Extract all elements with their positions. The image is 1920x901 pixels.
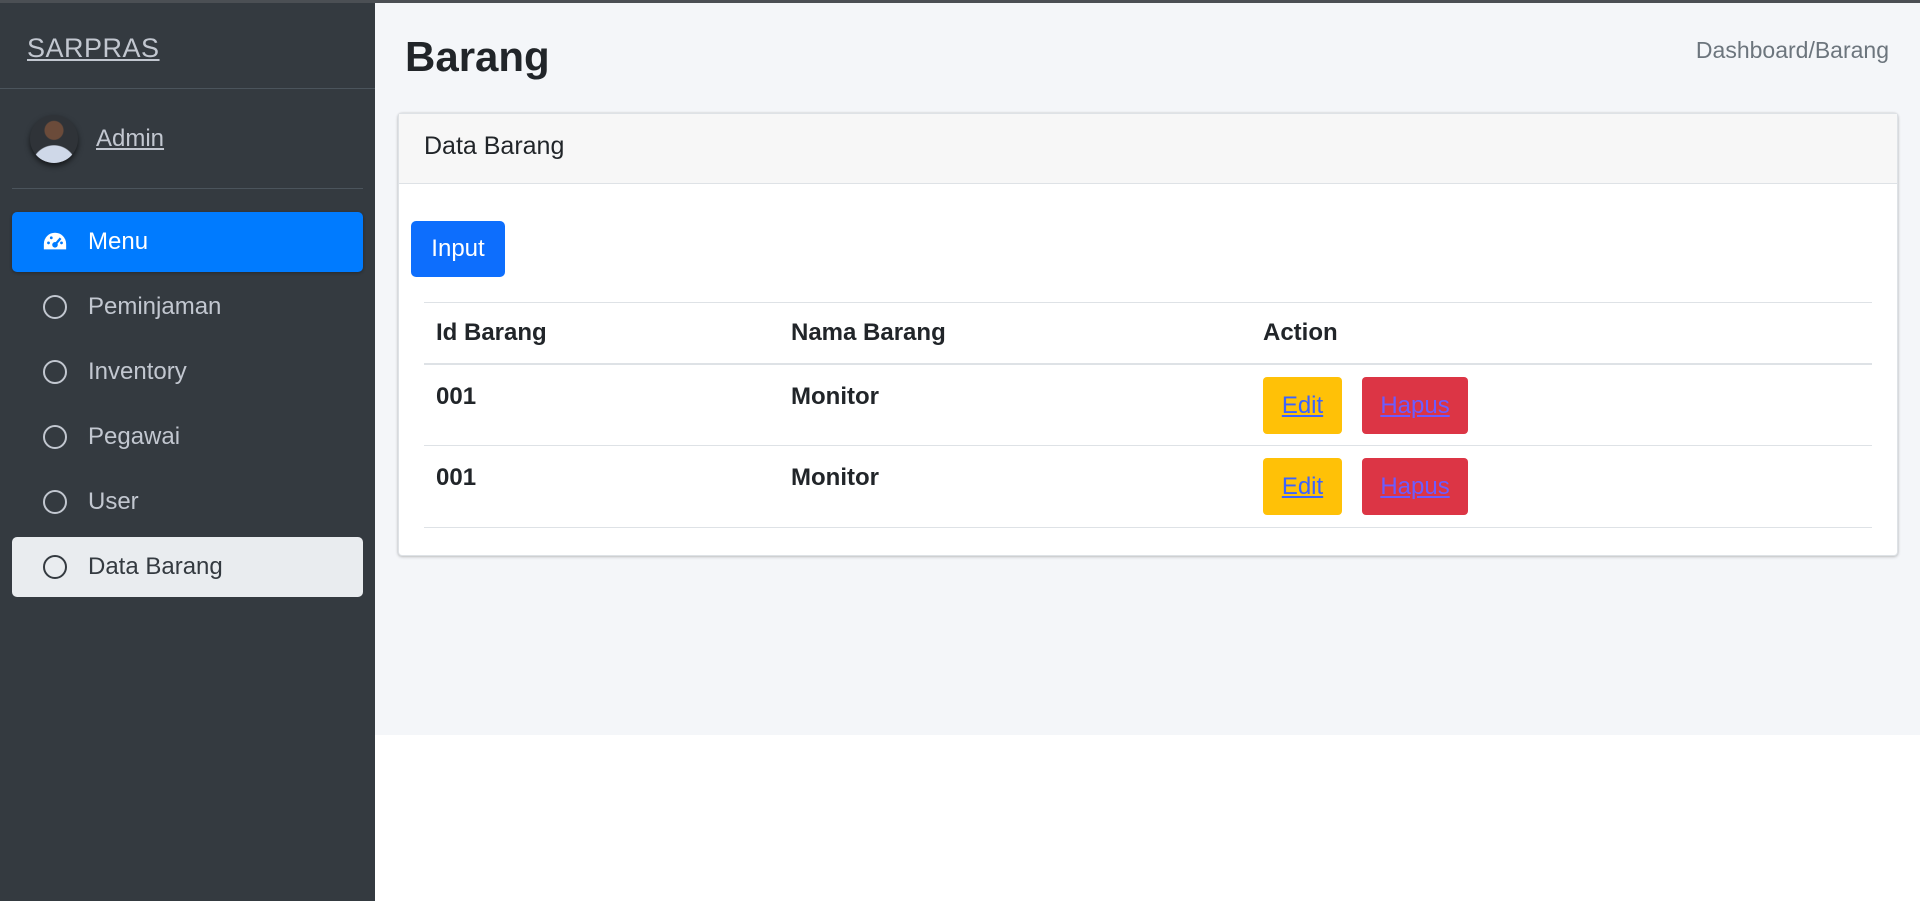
sidebar-item-label: Menu [88,228,149,255]
table-row: 001 Monitor Edit Hapus [424,363,1872,446]
brand: SARPRAS [0,3,375,89]
circle-icon [42,359,68,385]
page-title: Barang [405,33,550,80]
sidebar-item-menu[interactable]: Menu [12,212,363,272]
delete-button[interactable]: Hapus [1362,376,1468,434]
sidebar-item-user[interactable]: User [12,472,363,532]
edit-button[interactable]: Edit [1263,376,1342,434]
circle-icon [42,294,68,320]
column-header-action: Action [1251,302,1872,365]
avatar [30,114,78,163]
tachometer-icon [42,229,68,255]
data-table: Id Barang Nama Barang Action 001 Monitor… [424,302,1872,528]
sidebar-item-peminjaman[interactable]: Peminjaman [12,277,363,337]
sidebar-item-label: Peminjaman [88,293,222,320]
content-area: Barang Dashboard/Barang Data Barang Inpu… [375,3,1920,735]
circle-icon [42,554,68,580]
table-header-row: Id Barang Nama Barang Action [424,302,1872,365]
cell-actions: Edit Hapus [1251,445,1872,528]
cell-id: 001 [424,445,779,528]
sidebar-item-label: Pegawai [88,423,181,450]
cell-name: Monitor [779,445,1251,528]
circle-icon [42,424,68,450]
sidebar-item-label: User [88,488,139,515]
sidebar-item-inventory[interactable]: Inventory [12,342,363,402]
sidebar-item-data-barang[interactable]: Data Barang [12,537,363,597]
cell-name: Monitor [779,363,1251,446]
card-title: Data Barang [399,114,1897,184]
delete-button[interactable]: Hapus [1362,458,1468,515]
sidebar-item-label: Inventory [88,358,187,385]
breadcrumb: Dashboard/Barang [1695,37,1889,63]
circle-icon [42,489,68,515]
column-header-id: Id Barang [424,302,779,365]
sidebar: SARPRAS Admin Menu Peminjaman Inventory … [0,3,375,901]
column-header-name: Nama Barang [779,302,1251,365]
sidebar-nav: Menu Peminjaman Inventory Pegawai User D… [0,189,375,597]
brand-link[interactable]: SARPRAS [27,33,160,63]
table-row: 001 Monitor Edit Hapus [424,445,1872,528]
data-card: Data Barang Input Id Barang Nama Barang … [398,113,1898,556]
cell-id: 001 [424,363,779,446]
input-button[interactable]: Input [411,221,505,277]
sidebar-item-label: Data Barang [88,553,223,580]
edit-button[interactable]: Edit [1263,458,1342,515]
user-name-link[interactable]: Admin [96,125,164,153]
user-panel: Admin [12,89,363,189]
sidebar-item-pegawai[interactable]: Pegawai [12,407,363,467]
cell-actions: Edit Hapus [1251,363,1872,446]
